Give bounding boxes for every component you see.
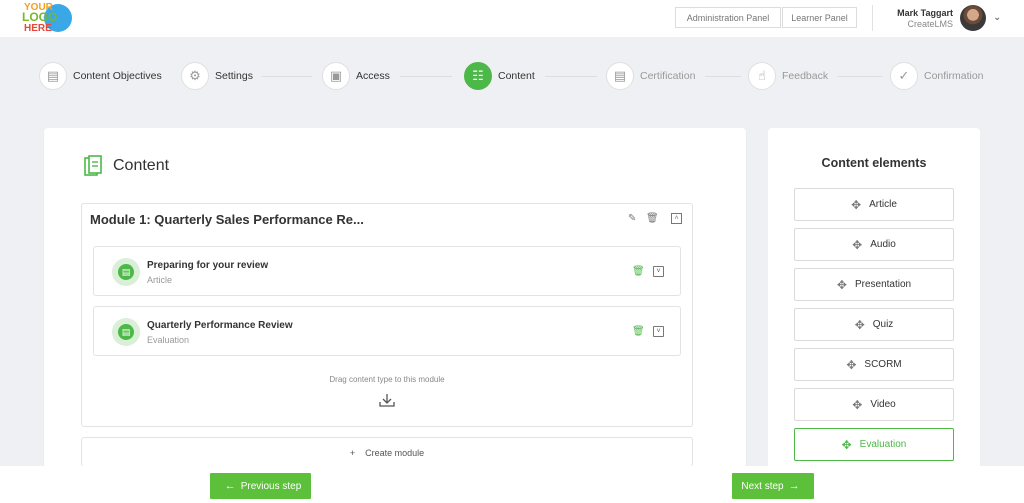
logo-text-2: LOGO	[22, 10, 58, 24]
collapse-icon[interactable]: ˄	[671, 213, 682, 224]
step-access[interactable]: ▣ Access	[322, 60, 390, 92]
plus-icon: +	[349, 448, 356, 458]
next-step-label: Next step	[741, 480, 784, 492]
item-type: Article	[147, 275, 173, 285]
trash-icon[interactable]: 🗑	[632, 326, 645, 337]
step-confirmation[interactable]: ✓ Confirmation	[890, 60, 984, 92]
element-label: Video	[870, 399, 896, 410]
document-check-icon: ▤	[39, 62, 67, 90]
clipboard-icon	[84, 155, 102, 177]
avatar[interactable]	[960, 5, 986, 31]
step-label: Feedback	[782, 70, 829, 82]
bottom-bar	[0, 466, 1024, 503]
item-title: Preparing for your review	[147, 260, 269, 271]
step-label: Certification	[640, 70, 696, 82]
element-label: Article	[869, 199, 897, 210]
header-divider	[872, 5, 873, 31]
user-name[interactable]: Mark Taggart	[897, 8, 953, 18]
item-type: Evaluation	[147, 335, 190, 345]
wizard-stepper: ▤ Content Objectives ⚙ Settings ▣ Access…	[0, 60, 1024, 94]
element-label: SCORM	[864, 359, 902, 370]
step-content-objectives[interactable]: ▤ Content Objectives	[39, 60, 162, 92]
move-icon: ✥	[851, 197, 862, 212]
step-label: Content	[498, 70, 535, 82]
download-icon	[379, 393, 395, 410]
item-title: Quarterly Performance Review	[147, 320, 293, 331]
move-icon: ✥	[836, 277, 847, 292]
clipboard-icon: ☷	[464, 62, 492, 90]
element-label: Quiz	[872, 319, 894, 330]
thumbs-up-icon: ☝	[748, 62, 776, 90]
move-icon: ✥	[841, 437, 852, 452]
element-presentation[interactable]: ✥ Presentation	[794, 268, 954, 301]
list-item[interactable]: ▤ Quarterly Performance Review Evaluatio…	[93, 306, 681, 356]
article-icon: ▤	[112, 258, 140, 286]
element-label: Presentation	[854, 279, 912, 290]
expand-icon[interactable]: ˅	[653, 266, 664, 277]
lock-icon: ▣	[322, 62, 350, 90]
element-audio[interactable]: ✥ Audio	[794, 228, 954, 261]
user-organization: CreateLMS	[907, 19, 953, 29]
logo[interactable]: YOUR LOGO HERE	[20, 2, 76, 34]
step-label: Confirmation	[924, 70, 984, 82]
step-content[interactable]: ☷ Content	[464, 60, 535, 92]
element-scorm[interactable]: ✥ SCORM	[794, 348, 954, 381]
previous-step-button[interactable]: ← Previous step	[210, 473, 311, 499]
learner-panel-button[interactable]: Learner Panel	[782, 7, 857, 28]
top-bar	[0, 0, 1024, 37]
step-label: Access	[356, 70, 390, 82]
move-icon: ✥	[852, 237, 863, 252]
arrow-left-icon: ←	[224, 480, 236, 492]
expand-icon[interactable]: ˅	[653, 326, 664, 337]
element-quiz[interactable]: ✥ Quiz	[794, 308, 954, 341]
chevron-down-icon[interactable]: ⌄	[993, 12, 1001, 23]
element-label: Evaluation	[859, 439, 907, 450]
checkmark-icon: ✓	[890, 62, 918, 90]
element-article[interactable]: ✥ Article	[794, 188, 954, 221]
create-module-text: Create module	[365, 448, 425, 458]
element-evaluation[interactable]: ✥ Evaluation	[794, 428, 954, 461]
step-label: Settings	[215, 70, 253, 82]
administration-panel-button[interactable]: Administration Panel	[675, 7, 781, 28]
move-icon: ✥	[852, 397, 863, 412]
certificate-icon: ▤	[606, 62, 634, 90]
trash-icon[interactable]: 🗑	[646, 213, 659, 224]
content-elements-title: Content elements	[821, 156, 927, 170]
gear-icon: ⚙	[181, 62, 209, 90]
pencil-icon[interactable]: ✎	[628, 213, 636, 224]
previous-step-label: Previous step	[240, 480, 302, 492]
element-label: Audio	[870, 239, 896, 250]
trash-icon[interactable]: 🗑	[632, 266, 645, 277]
element-video[interactable]: ✥ Video	[794, 388, 954, 421]
step-settings[interactable]: ⚙ Settings	[181, 60, 253, 92]
list-item[interactable]: ▤ Preparing for your review Article 🗑 ˅	[93, 246, 681, 296]
move-icon: ✥	[846, 357, 857, 372]
move-icon: ✥	[854, 317, 865, 332]
next-step-button[interactable]: Next step →	[732, 473, 814, 499]
step-certification[interactable]: ▤ Certification	[606, 60, 695, 92]
step-feedback[interactable]: ☝ Feedback	[748, 60, 828, 92]
step-label: Content Objectives	[73, 70, 162, 82]
evaluation-icon: ▤	[112, 318, 140, 346]
module-title: Module 1: Quarterly Sales Performance Re…	[90, 212, 364, 227]
drag-hint: Drag content type to this module	[329, 375, 445, 384]
logo-text-3: HERE	[24, 23, 52, 34]
create-module-label[interactable]: + Create module	[81, 448, 693, 458]
arrow-right-icon: →	[788, 480, 800, 492]
page-title: Content	[113, 157, 170, 174]
